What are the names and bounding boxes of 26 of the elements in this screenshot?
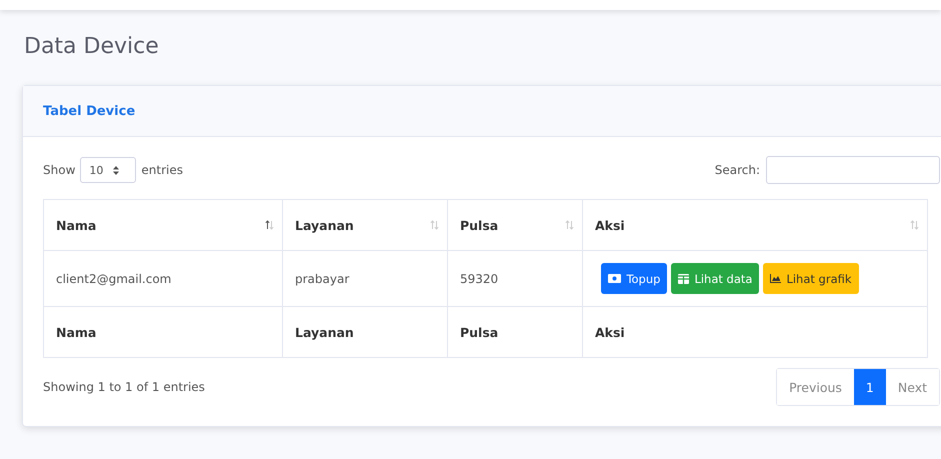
column-header[interactable]: Nama <box>44 200 282 250</box>
table-cell: client2@gmail.com <box>44 250 282 306</box>
column-footer: Nama <box>44 306 282 358</box>
show-label: Show <box>43 163 76 177</box>
page-link[interactable]: 1 <box>854 369 886 405</box>
column-footer: Aksi <box>582 306 928 358</box>
area-chart-icon <box>770 274 782 283</box>
column-header[interactable]: Aksi <box>582 200 928 250</box>
view-chart-button[interactable]: Lihat grafik <box>763 263 859 294</box>
sort-arrows-icon <box>113 166 120 174</box>
topup-button[interactable]: Topup <box>601 263 668 294</box>
page-title: Data Device <box>24 33 160 61</box>
table-cell: 59320 <box>448 250 582 306</box>
table-icon <box>678 274 690 284</box>
money-icon <box>608 274 622 283</box>
table-cell: prabayar <box>282 250 448 306</box>
column-footer: Pulsa <box>448 306 582 358</box>
entries-select[interactable]: 10 <box>80 157 136 183</box>
entries-label: entries <box>141 163 183 177</box>
card-title: Tabel Device <box>43 104 136 118</box>
column-header[interactable]: Layanan <box>282 200 448 250</box>
search-label: Search: <box>714 163 760 177</box>
column-header[interactable]: Pulsa <box>448 200 582 250</box>
column-footer: Layanan <box>282 306 448 358</box>
search-field[interactable] <box>766 156 940 184</box>
entries-info: Showing 1 to 1 of 1 entries <box>43 380 205 394</box>
